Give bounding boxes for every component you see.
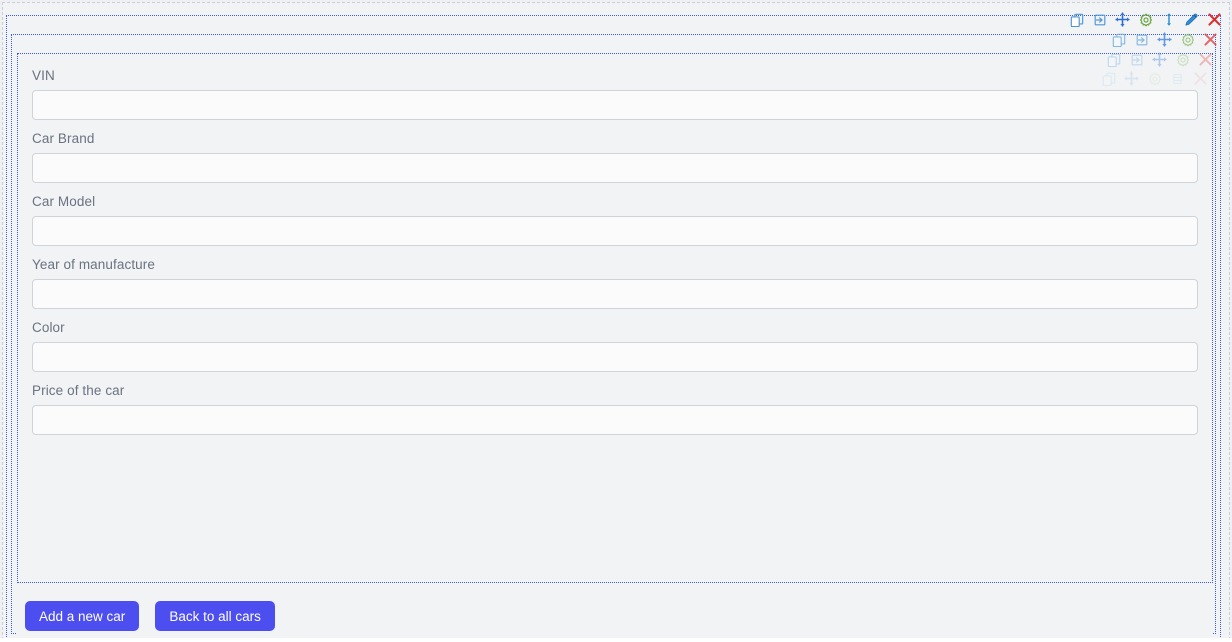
outer-container: VIN Car Brand Car Model Year of manufacture… [2, 2, 1230, 642]
gear-icon[interactable] [1180, 31, 1195, 48]
close-icon[interactable] [1207, 11, 1222, 28]
arrow-into-box-icon[interactable] [1092, 11, 1107, 28]
move-icon[interactable] [1115, 11, 1130, 28]
form-field: Color [26, 320, 1204, 372]
nested-container-level-3: VIN Car Brand Car Model Year of manufacture… [11, 34, 1216, 642]
rows-icon[interactable] [1170, 70, 1185, 87]
form-fields-list: VIN Car Brand Car Model Year of manufacture… [26, 68, 1204, 435]
move-icon[interactable] [1124, 70, 1139, 87]
field-input[interactable] [32, 279, 1198, 309]
field-label: Car Model [32, 194, 96, 209]
gear-icon[interactable] [1147, 70, 1162, 87]
copy-icon[interactable] [1069, 11, 1084, 28]
gear-icon[interactable] [1138, 11, 1153, 28]
pencil-icon[interactable] [1184, 11, 1199, 28]
page-root: VIN Car Brand Car Model Year of manufacture… [0, 0, 1232, 642]
form-actions-region: Add a new car Back to all cars [17, 591, 1213, 642]
field-input[interactable] [32, 405, 1198, 435]
bottom-strip [0, 638, 1232, 642]
back-to-all-cars-button[interactable]: Back to all cars [155, 601, 275, 631]
form-field: Car Model [26, 194, 1204, 246]
move-icon[interactable] [1152, 51, 1167, 68]
field-label: VIN [32, 68, 55, 83]
car-form-panel: VIN Car Brand Car Model Year of manufacture… [17, 53, 1213, 583]
button-row: Add a new car Back to all cars [17, 591, 1213, 641]
field-input[interactable] [32, 90, 1198, 120]
widget-toolbar-row-4[interactable] [1101, 70, 1208, 87]
resize-vertical-icon[interactable] [1161, 11, 1176, 28]
move-icon[interactable] [1157, 31, 1172, 48]
field-input[interactable] [32, 216, 1198, 246]
widget-toolbar-row-2[interactable] [1111, 31, 1218, 48]
arrow-into-box-icon[interactable] [1134, 31, 1149, 48]
field-input[interactable] [32, 342, 1198, 372]
close-icon[interactable] [1203, 31, 1218, 48]
copy-icon[interactable] [1101, 70, 1116, 87]
close-icon[interactable] [1193, 70, 1208, 87]
form-field: Year of manufacture [26, 257, 1204, 309]
nested-container-level-2: VIN Car Brand Car Model Year of manufacture… [6, 15, 1221, 642]
copy-icon[interactable] [1106, 51, 1121, 68]
widget-toolbar-row-1[interactable] [1069, 11, 1222, 28]
field-label: Car Brand [32, 131, 95, 146]
form-field: Car Brand [26, 131, 1204, 183]
form-field: VIN [26, 68, 1204, 120]
field-label: Year of manufacture [32, 257, 155, 272]
field-label: Price of the car [32, 383, 125, 398]
field-input[interactable] [32, 153, 1198, 183]
field-label: Color [32, 320, 65, 335]
close-icon[interactable] [1198, 51, 1213, 68]
widget-toolbar-row-3[interactable] [1106, 51, 1213, 68]
add-new-car-button[interactable]: Add a new car [25, 601, 140, 631]
copy-icon[interactable] [1111, 31, 1126, 48]
form-field: Price of the car [26, 383, 1204, 435]
gear-icon[interactable] [1175, 51, 1190, 68]
arrow-into-box-icon[interactable] [1129, 51, 1144, 68]
